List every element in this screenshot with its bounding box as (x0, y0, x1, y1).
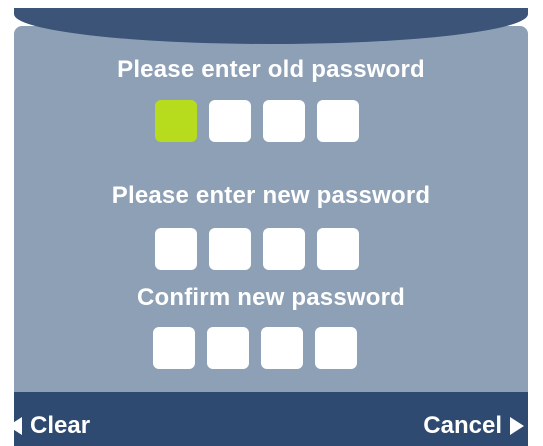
confirm-password-pin-row[interactable] (153, 327, 357, 369)
old-password-label: Please enter old password (117, 56, 425, 83)
clear-softkey[interactable]: Clear (8, 412, 90, 440)
confirm-password-label: Confirm new password (136, 284, 406, 311)
confirm-password-digit-1[interactable] (153, 327, 195, 369)
old-password-digit-4[interactable] (317, 100, 359, 142)
confirm-password-digit-2[interactable] (207, 327, 249, 369)
triangle-left-icon (8, 417, 22, 435)
new-password-digit-2[interactable] (209, 228, 251, 270)
cancel-label: Cancel (423, 412, 502, 439)
cancel-softkey[interactable]: Cancel (423, 412, 524, 440)
new-password-digit-1[interactable] (155, 228, 197, 270)
password-change-screen: Please enter old password Please enter n… (0, 0, 543, 446)
new-password-label: Please enter new password (111, 182, 431, 209)
confirm-password-digit-3[interactable] (261, 327, 303, 369)
new-password-digit-4[interactable] (317, 228, 359, 270)
softkey-bar: Clear Cancel (8, 392, 528, 446)
old-password-digit-1[interactable] (155, 100, 197, 142)
new-password-digit-3[interactable] (263, 228, 305, 270)
old-password-pin-row[interactable] (155, 100, 359, 142)
confirm-password-digit-4[interactable] (315, 327, 357, 369)
triangle-right-icon (510, 417, 524, 435)
new-password-pin-row[interactable] (155, 228, 359, 270)
old-password-digit-3[interactable] (263, 100, 305, 142)
old-password-digit-2[interactable] (209, 100, 251, 142)
clear-label: Clear (30, 412, 91, 439)
